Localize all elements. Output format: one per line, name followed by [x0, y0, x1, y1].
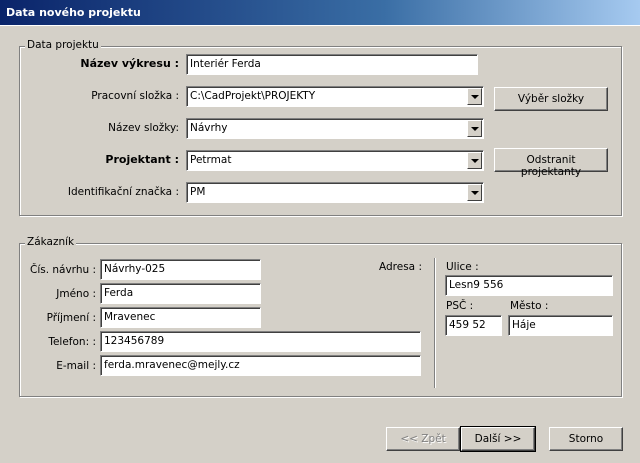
email-input[interactable]: ferda.mravenec@mejly.cz — [100, 355, 421, 376]
folder-name-value: Návrhy — [190, 122, 228, 134]
folder-name-combo[interactable]: Návrhy — [186, 118, 484, 139]
city-input[interactable]: Háje — [508, 315, 613, 336]
title-bar[interactable]: Data nového projektu — [0, 0, 640, 26]
chevron-down-icon[interactable] — [467, 152, 482, 169]
address-label: Adresa : — [379, 261, 422, 273]
id-mark-value: PM — [190, 186, 206, 198]
window-title: Data nového projektu — [6, 6, 141, 19]
phone-label: Telefon: : — [48, 336, 96, 348]
select-folder-button[interactable]: Výběr složky — [494, 87, 608, 111]
back-button[interactable]: << Zpět — [386, 427, 460, 451]
folder-name-label: Název složky: — [108, 122, 179, 134]
zip-label: PSČ : — [446, 300, 474, 312]
last-name-label: Příjmení : — [46, 312, 96, 324]
design-no-input[interactable]: Návrhy-025 — [100, 259, 261, 280]
project-group-legend: Data projektu — [25, 39, 101, 51]
id-mark-combo[interactable]: PM — [186, 182, 484, 203]
address-separator — [434, 258, 436, 388]
zip-input[interactable]: 459 52 — [445, 315, 502, 336]
customer-group-legend: Zákazník — [25, 236, 77, 248]
drawing-name-label: Název výkresu : — [80, 57, 179, 70]
remove-designers-button[interactable]: Odstranit projektanty — [494, 148, 608, 178]
city-label: Město : — [510, 300, 549, 312]
first-name-input[interactable]: Ferda — [100, 283, 261, 304]
last-name-input[interactable]: Mravenec — [100, 307, 261, 328]
chevron-down-icon[interactable] — [467, 184, 482, 201]
email-label: E-mail : — [56, 360, 96, 372]
id-mark-label: Identifikační značka : — [67, 186, 179, 198]
street-label: Ulice : — [446, 261, 479, 273]
next-button[interactable]: Další >> — [460, 426, 536, 452]
design-no-label: Čís. návrhu : — [29, 264, 96, 276]
phone-input[interactable]: 123456789 — [100, 331, 421, 352]
chevron-down-icon[interactable] — [467, 120, 482, 137]
designer-label: Projektant : — [105, 153, 179, 166]
work-folder-label: Pracovní složka : — [91, 90, 179, 102]
street-input[interactable]: Lesn9 556 — [445, 275, 613, 296]
work-folder-combo[interactable]: C:\CadProjekt\PROJEKTY — [186, 86, 484, 107]
designer-value: Petrmat — [190, 154, 232, 166]
chevron-down-icon[interactable] — [467, 88, 482, 105]
first-name-label: Jméno : — [56, 288, 96, 300]
cancel-button[interactable]: Storno — [549, 427, 623, 451]
work-folder-value: C:\CadProjekt\PROJEKTY — [190, 90, 316, 102]
designer-combo[interactable]: Petrmat — [186, 150, 484, 171]
drawing-name-input[interactable]: Interiér Ferda — [186, 54, 478, 75]
